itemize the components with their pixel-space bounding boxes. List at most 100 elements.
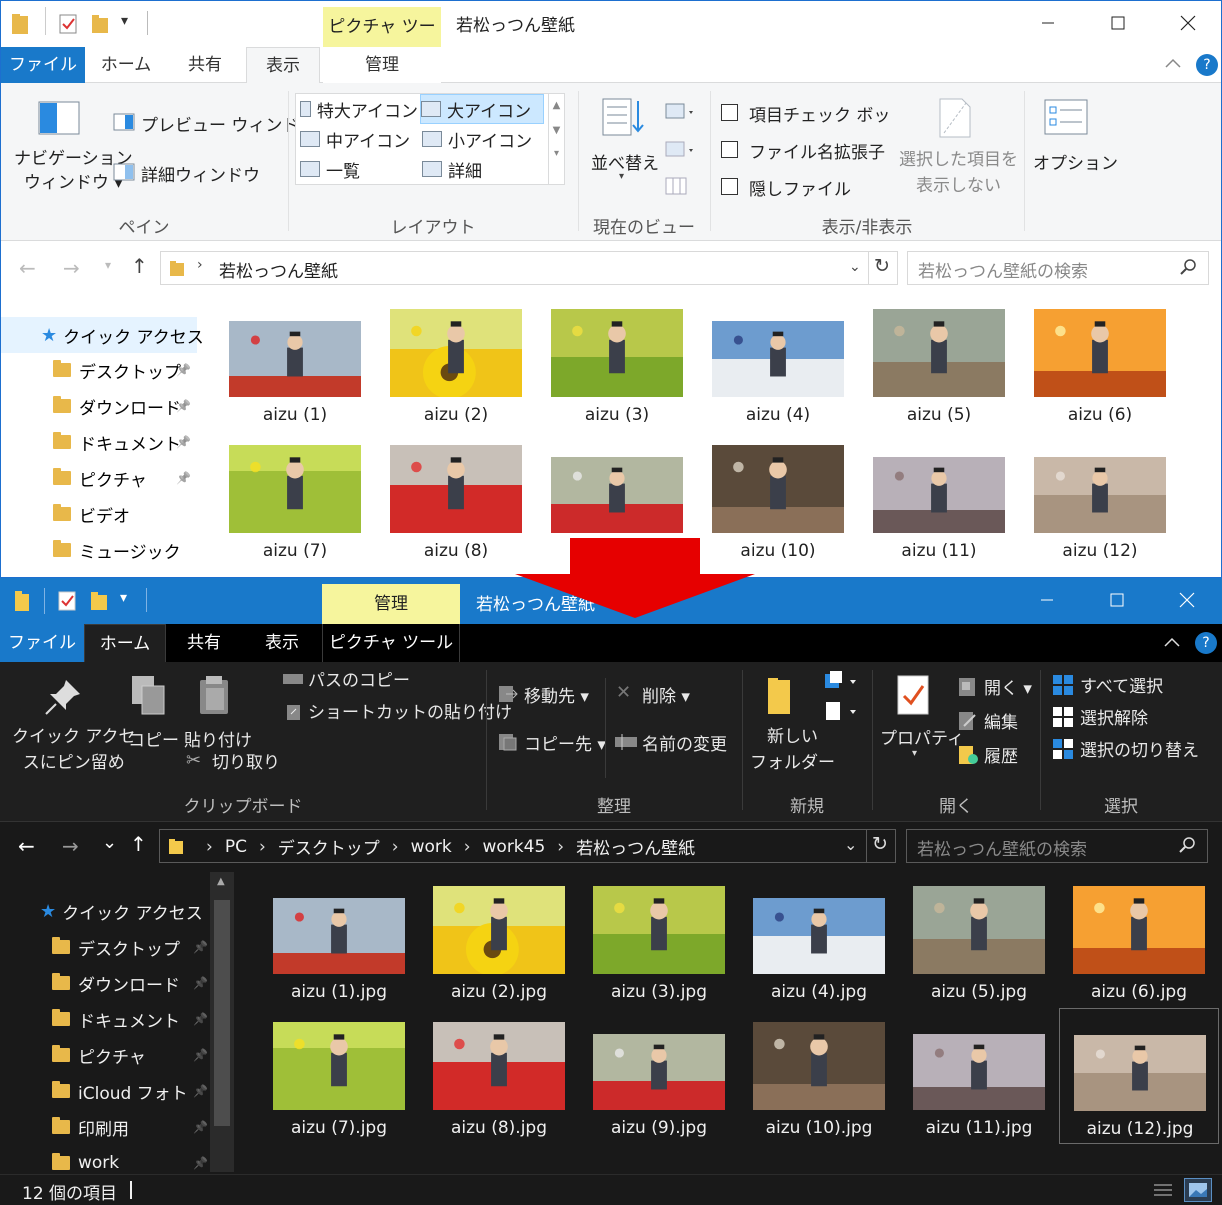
back-arrow-icon[interactable]: ← xyxy=(18,834,35,858)
address-field[interactable]: › 若松っつん壁紙 ⌄ xyxy=(160,251,869,285)
breadcrumb-path[interactable]: 若松っつん壁紙 xyxy=(219,257,338,282)
file-extensions-checkbox[interactable] xyxy=(721,141,738,158)
file-item[interactable]: aizu (1).jpg xyxy=(259,872,419,1008)
forward-arrow-icon[interactable]: → xyxy=(63,256,80,280)
pin-icon[interactable]: 📌 xyxy=(176,471,191,485)
nav-scrollbar[interactable]: ▲ xyxy=(210,872,234,1172)
back-arrow-icon[interactable]: ← xyxy=(19,256,36,280)
nav-quick-access[interactable]: ★ クイック アクセス xyxy=(0,894,203,928)
file-item[interactable]: aizu (5) xyxy=(859,295,1019,431)
rename-button[interactable]: 名前の変更 xyxy=(642,730,727,755)
hide-selected-button[interactable]: 選択した項目を 表示しない xyxy=(899,147,1018,199)
layout-extra-large[interactable]: 特大アイコン xyxy=(300,94,418,124)
address-dropdown-icon[interactable]: ⌄ xyxy=(849,259,861,275)
file-item[interactable]: aizu (3) xyxy=(537,295,697,431)
close-button[interactable] xyxy=(1164,578,1210,622)
add-columns-icon[interactable] xyxy=(665,139,697,161)
nav-item[interactable]: デスクトップ 📌 xyxy=(0,930,208,964)
nav-item[interactable]: デスクトップ 📌 xyxy=(1,353,197,387)
cut-button[interactable]: 切り取り xyxy=(212,748,280,773)
tab-manage[interactable]: 管理 xyxy=(323,47,441,83)
refresh-button[interactable]: ↻ xyxy=(866,829,896,863)
nav-item[interactable]: ピクチャ 📌 xyxy=(1,461,197,495)
breadcrumb-item[interactable]: デスクトップ xyxy=(278,834,380,859)
hidden-items-checkbox[interactable] xyxy=(721,178,738,195)
pin-icon[interactable]: 📌 xyxy=(193,940,208,954)
scroll-thumb[interactable] xyxy=(214,900,230,1126)
file-item[interactable]: aizu (6) xyxy=(1020,295,1180,431)
pin-icon[interactable]: 📌 xyxy=(193,1156,208,1170)
breadcrumb-chevron-icon[interactable]: › xyxy=(464,837,471,857)
invert-selection-button[interactable]: 選択の切り替え xyxy=(1080,736,1199,761)
maximize-button[interactable] xyxy=(1095,1,1141,45)
breadcrumb-item[interactable]: PC xyxy=(225,837,247,857)
pin-icon[interactable]: 📌 xyxy=(176,399,191,413)
move-to-button[interactable]: 移動先 ▾ xyxy=(524,682,589,707)
chevron-up-icon[interactable] xyxy=(1165,57,1181,69)
minimize-button[interactable] xyxy=(1025,1,1071,45)
file-item[interactable]: aizu (2).jpg xyxy=(419,872,579,1008)
file-item[interactable]: aizu (8).jpg xyxy=(419,1008,579,1144)
breadcrumb-item[interactable]: work xyxy=(411,837,452,857)
file-item[interactable]: aizu (12) xyxy=(1020,431,1180,567)
new-folder-qat-icon[interactable] xyxy=(91,13,111,35)
tab-share[interactable]: 共有 xyxy=(169,47,241,83)
pin-icon[interactable]: 📌 xyxy=(193,976,208,990)
copy-path-button[interactable]: パスのコピー xyxy=(308,666,410,691)
nav-item[interactable]: ダウンロード 📌 xyxy=(0,966,208,1000)
layout-large[interactable]: 大アイコン xyxy=(420,94,544,124)
sort-by-button[interactable]: 並べ替え xyxy=(591,149,659,174)
pin-icon[interactable]: 📌 xyxy=(193,1084,208,1098)
address-dropdown-icon[interactable]: ⌄ xyxy=(844,835,857,854)
nav-item[interactable]: iCloud フォト 📌 xyxy=(0,1074,208,1108)
nav-item[interactable]: ドキュメント 📌 xyxy=(0,1002,208,1036)
layout-list[interactable]: 一覧 xyxy=(300,154,418,184)
tab-home[interactable]: ホーム xyxy=(84,624,166,662)
details-view-icon[interactable] xyxy=(1152,1181,1174,1201)
preview-pane-button[interactable]: プレビュー ウィンドウ xyxy=(141,111,316,136)
pin-icon[interactable]: 📌 xyxy=(193,1012,208,1026)
search-box[interactable]: 若松っつん壁紙の検索 xyxy=(906,829,1208,863)
nav-quick-access[interactable]: ★ クイック アクセス xyxy=(1,317,204,353)
layout-scroll[interactable]: ▲ ▼ ▾ xyxy=(548,94,564,184)
nav-item[interactable]: ミュージック xyxy=(1,533,197,567)
help-icon[interactable]: ? xyxy=(1195,632,1217,654)
file-item[interactable]: aizu (3).jpg xyxy=(579,872,739,1008)
properties-qat-icon[interactable] xyxy=(59,13,79,35)
qat-dropdown[interactable]: ▾ xyxy=(120,590,127,606)
pin-quick-access-button[interactable]: クイック アクセ スにピン留め xyxy=(12,724,136,776)
file-item[interactable]: aizu (10).jpg xyxy=(739,1008,899,1144)
up-arrow-icon[interactable]: ↑ xyxy=(131,254,148,278)
file-item[interactable]: aizu (11) xyxy=(859,431,1019,567)
breadcrumb-chevron-icon[interactable]: › xyxy=(259,837,266,857)
copy-button[interactable]: コピー xyxy=(128,726,179,751)
item-checkboxes-checkbox[interactable] xyxy=(721,104,738,121)
file-item[interactable]: aizu (11).jpg xyxy=(899,1008,1059,1144)
tab-file[interactable]: ファイル xyxy=(0,624,84,662)
tab-home[interactable]: ホーム xyxy=(91,47,161,83)
details-pane-button[interactable]: 詳細ウィンドウ xyxy=(141,161,260,186)
open-button[interactable]: 開く ▾ xyxy=(984,674,1032,699)
refresh-button[interactable]: ↻ xyxy=(868,251,898,285)
file-item[interactable]: aizu (5).jpg xyxy=(899,872,1059,1008)
pin-icon[interactable]: 📌 xyxy=(193,1048,208,1062)
tab-file[interactable]: ファイル xyxy=(1,47,85,83)
pin-icon[interactable]: 📌 xyxy=(176,363,191,377)
options-button[interactable]: オプション xyxy=(1033,149,1118,174)
file-item[interactable]: aizu (1) xyxy=(215,295,375,431)
breadcrumb-chevron-icon[interactable]: › xyxy=(557,837,564,857)
nav-pane-icon[interactable] xyxy=(38,101,80,135)
select-all-button[interactable]: すべて選択 xyxy=(1080,672,1163,697)
file-item[interactable]: aizu (7) xyxy=(215,431,375,567)
new-folder-qat-icon[interactable] xyxy=(90,590,110,612)
file-item[interactable]: aizu (4) xyxy=(698,295,858,431)
layout-medium[interactable]: 中アイコン xyxy=(300,124,418,154)
address-field[interactable]: › PC › デスクトップ › work › work45 › 若松っつん壁紙 ⌄ xyxy=(159,829,867,863)
tab-view[interactable]: 表示 xyxy=(246,47,320,84)
breadcrumb-item[interactable]: work45 xyxy=(483,837,546,857)
select-none-button[interactable]: 選択解除 xyxy=(1080,704,1148,729)
tab-picture-tools[interactable]: ピクチャ ツール xyxy=(322,624,460,662)
history-button[interactable]: 履歴 xyxy=(984,742,1018,767)
nav-item[interactable]: ビデオ xyxy=(1,497,197,531)
tab-view[interactable]: 表示 xyxy=(245,624,319,662)
